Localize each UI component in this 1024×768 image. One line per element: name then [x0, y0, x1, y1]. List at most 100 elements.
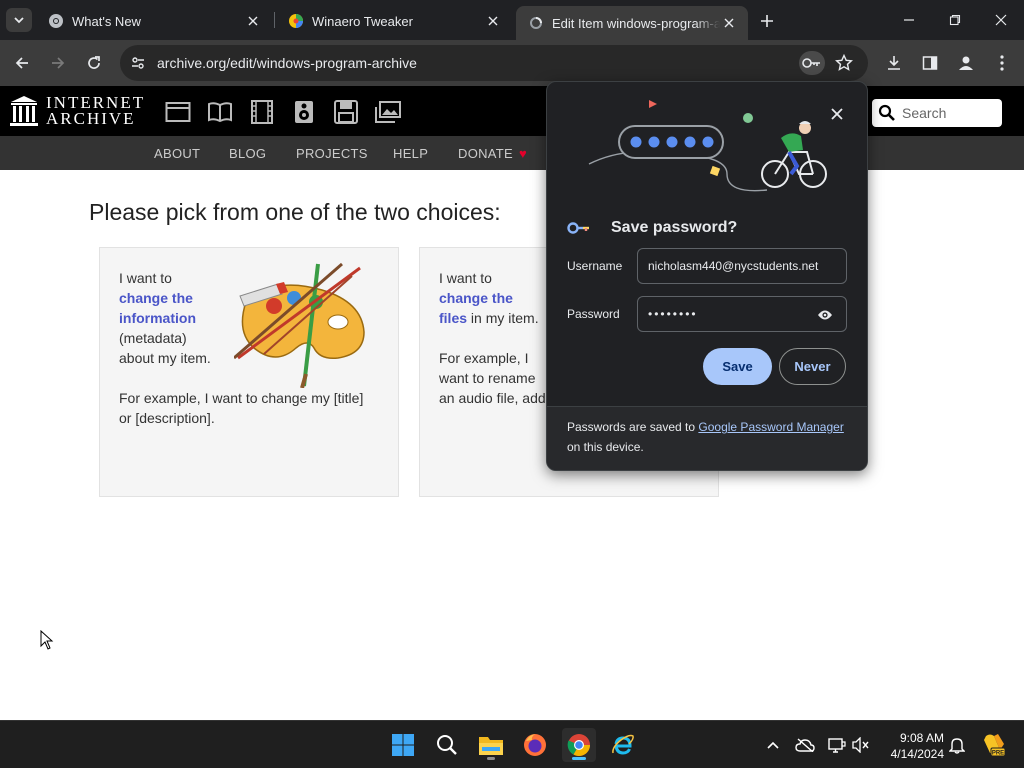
password-value: •••••••• [648, 307, 698, 321]
site-header: INTERNET ARCHIVE Search [0, 86, 1024, 136]
close-window-button[interactable] [978, 0, 1024, 40]
site-nav: ABOUT BLOG PROJECTS HELP DONATE ♥ [0, 136, 1024, 170]
profile-button[interactable] [952, 49, 980, 77]
password-key-icon[interactable] [799, 51, 825, 75]
side-panel-button[interactable] [916, 49, 944, 77]
address-bar[interactable]: archive.org/edit/windows-program-archive [120, 45, 868, 81]
change-information-link-1[interactable]: change the [119, 290, 193, 306]
chevron-down-icon [14, 17, 24, 24]
password-manager-link[interactable]: Google Password Manager [698, 420, 843, 434]
paint-palette-illustration [234, 262, 365, 388]
close-tab-icon[interactable] [484, 12, 502, 30]
url-text: archive.org/edit/windows-program-archive [157, 55, 417, 71]
footer-text-2: on this device. [567, 440, 644, 454]
chrome-menu-button[interactable] [988, 49, 1016, 77]
loading-icon [528, 15, 544, 31]
site-search-input[interactable]: Search [872, 99, 1002, 127]
search-icon [878, 104, 895, 121]
nav-blog[interactable]: BLOG [229, 146, 266, 161]
side-panel-icon [922, 56, 938, 70]
system-clock[interactable]: 9:08 AM 4/14/2024 [880, 730, 944, 762]
network-display-icon[interactable] [826, 734, 848, 756]
windows-taskbar: 9:08 AM 4/14/2024 PRE [0, 720, 1024, 768]
close-tab-icon[interactable] [244, 12, 262, 30]
restore-button[interactable] [932, 0, 978, 40]
page-heading: Please pick from one of the two choices: [89, 199, 501, 225]
nav-donate[interactable]: DONATE ♥ [458, 146, 527, 161]
mouse-cursor-icon [40, 630, 54, 650]
tab-title: Winaero Tweaker [312, 13, 413, 29]
downloads-button[interactable] [880, 49, 908, 77]
svg-text:PRE: PRE [992, 751, 1004, 757]
arrow-right-icon [52, 57, 65, 69]
password-field[interactable]: •••••••• [637, 296, 847, 332]
internet-explorer-icon[interactable] [606, 728, 640, 762]
change-information-link-2[interactable]: information [119, 310, 196, 326]
chrome-icon[interactable] [562, 728, 596, 762]
restore-icon [949, 14, 961, 26]
reload-button[interactable] [80, 49, 108, 77]
onedrive-cloud-icon[interactable] [794, 734, 816, 756]
minimize-icon [904, 19, 914, 21]
google-password-manager-icon [567, 222, 589, 234]
volume-muted-icon[interactable] [850, 734, 872, 756]
back-button[interactable] [8, 49, 36, 77]
nav-projects[interactable]: PROJECTS [296, 146, 368, 161]
copilot-pre-icon[interactable]: PRE [980, 732, 1006, 758]
images-icon[interactable] [375, 100, 401, 124]
close-dialog-button[interactable] [826, 103, 848, 125]
file-explorer-icon[interactable] [474, 728, 508, 762]
tab-title: What's New [72, 13, 141, 29]
card-line: For example, I [439, 350, 529, 366]
save-button[interactable]: Save [703, 348, 772, 385]
nav-about[interactable]: ABOUT [154, 146, 200, 161]
search-placeholder: Search [902, 105, 947, 121]
show-password-eye-icon[interactable] [816, 306, 834, 324]
site-logo[interactable]: INTERNET ARCHIVE [10, 94, 145, 127]
card-line: an audio file, add [439, 390, 546, 406]
card-line: For example, I want to change my [title] [119, 390, 364, 406]
tab-edit-item[interactable]: Edit Item windows-program-archive [516, 6, 748, 40]
card-line: I want to [439, 270, 492, 286]
notification-bell-icon[interactable] [946, 734, 968, 756]
change-files-link-1[interactable]: change the [439, 290, 513, 306]
card-line: or [description]. [119, 410, 215, 426]
password-bike-illustration [588, 100, 827, 192]
plus-icon [761, 15, 773, 27]
close-tab-icon[interactable] [720, 14, 738, 32]
dialog-footer: Passwords are saved to Google Password M… [547, 406, 867, 470]
card-line: in my item. [467, 310, 539, 326]
texts-icon[interactable] [207, 100, 233, 124]
username-field[interactable]: nicholasm440@nycstudents.net [637, 248, 847, 284]
tab-title: Edit Item windows-program-archive [552, 15, 720, 31]
tab-search-button[interactable] [6, 8, 32, 32]
close-icon [995, 14, 1007, 26]
windows-start-icon[interactable] [386, 728, 420, 762]
tab-whats-new[interactable]: What's New [36, 6, 272, 36]
username-label: Username [567, 259, 623, 273]
forward-button[interactable] [44, 49, 72, 77]
never-button[interactable]: Never [779, 348, 846, 385]
audio-icon[interactable] [291, 100, 317, 124]
show-hidden-icons-chevron-up-icon[interactable] [762, 734, 784, 756]
software-icon[interactable] [333, 100, 359, 124]
bookmark-star-icon[interactable] [832, 51, 856, 75]
nav-help[interactable]: HELP [393, 146, 428, 161]
minimize-button[interactable] [886, 0, 932, 40]
profile-icon [959, 56, 973, 70]
reload-icon [88, 56, 100, 69]
browser-toolbar: archive.org/edit/windows-program-archive [0, 40, 1024, 86]
new-tab-button[interactable] [756, 10, 778, 32]
video-icon[interactable] [249, 100, 275, 124]
running-indicator [487, 757, 495, 760]
search-icon[interactable] [430, 728, 464, 762]
web-icon[interactable] [165, 100, 191, 124]
firefox-icon[interactable] [518, 728, 552, 762]
site-info-icon[interactable] [126, 51, 150, 75]
tab-winaero-tweaker[interactable]: Winaero Tweaker [276, 6, 512, 36]
dialog-title: Save password? [611, 219, 738, 236]
password-label: Password [567, 307, 620, 321]
card-line: want to rename [439, 370, 536, 386]
change-files-link-2[interactable]: files [439, 310, 467, 326]
card-text: I want to change the files in my item. F… [439, 268, 546, 408]
